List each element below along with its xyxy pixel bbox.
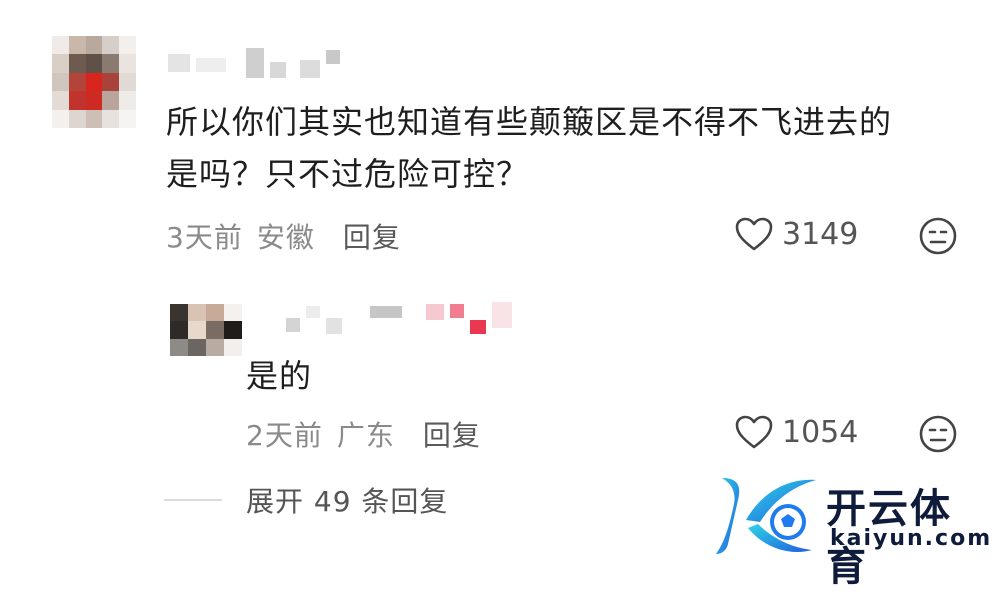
heart-outline-icon	[735, 217, 773, 251]
comment-like-count: 3149	[782, 216, 859, 252]
reply-like-count: 1054	[782, 414, 859, 450]
reply-body: 是的	[246, 357, 313, 395]
comment-text-line-1: 所以你们其实也知道有些颠簸区是不得不飞进去的	[166, 103, 893, 141]
meh-face-icon	[919, 415, 957, 453]
reply-meta-row: 2天前 广东 回复	[246, 414, 481, 454]
reply-dislike-button[interactable]	[918, 414, 958, 458]
comment-text-line-2: 是吗？只不过危险可控？	[166, 155, 530, 193]
kaiyun-logo-en: kaiyun.com	[830, 526, 993, 551]
comment-time: 3天前	[166, 221, 243, 254]
replier-avatar[interactable]	[170, 304, 242, 356]
kaiyun-logo-icon	[716, 478, 816, 554]
comment-location: 安徽	[256, 221, 315, 254]
heart-outline-icon	[735, 415, 773, 449]
comment-dislike-button[interactable]	[918, 216, 958, 260]
meh-face-icon	[919, 217, 957, 255]
reply-location: 广东	[336, 419, 395, 452]
comment-meta-row: 3天前 安徽 回复	[166, 216, 401, 256]
expand-divider	[164, 499, 222, 501]
commenter-username[interactable]	[168, 48, 340, 78]
reply-reply-button[interactable]: 回复	[423, 414, 481, 454]
commenter-avatar[interactable]	[52, 36, 136, 128]
reply-like-button[interactable]: 1054	[734, 414, 858, 450]
reply-time: 2天前	[246, 419, 323, 452]
comment-body: 所以你们其实也知道有些颠簸区是不得不飞进去的 是吗？只不过危险可控？	[166, 96, 892, 200]
comment-reply-button[interactable]: 回复	[343, 216, 401, 256]
comment-like-button[interactable]: 3149	[734, 216, 858, 252]
expand-replies-button[interactable]: 展开 49 条回复	[246, 480, 448, 520]
kaiyun-watermark-logo: 开云体育 kaiyun.com	[712, 470, 993, 590]
replier-username[interactable]	[286, 302, 512, 334]
